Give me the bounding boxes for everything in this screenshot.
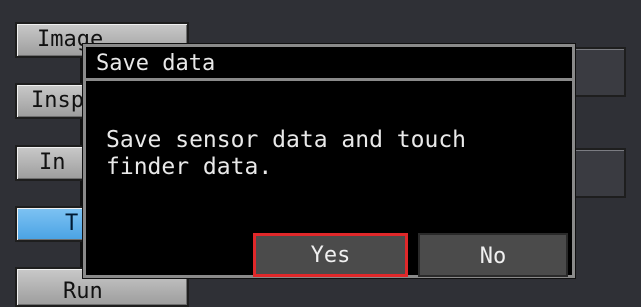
- save-data-dialog: Save data Save sensor data and touch fin…: [83, 44, 575, 278]
- menu-button-label: Insp: [31, 88, 84, 113]
- touch-finder-screen: Image Insp In T Run Save data Save senso…: [0, 0, 641, 307]
- dialog-message: Save sensor data and touch finder data.: [106, 127, 467, 180]
- menu-connector: [80, 242, 82, 267]
- no-button[interactable]: No: [418, 233, 568, 277]
- menu-connector: [80, 58, 82, 83]
- dialog-title: Save data: [86, 47, 572, 81]
- menu-connector: [80, 119, 82, 145]
- yes-button[interactable]: Yes: [253, 233, 408, 277]
- menu-button-label: Run: [63, 279, 103, 304]
- menu-connector: [80, 181, 82, 206]
- menu-button-label: T: [65, 211, 79, 236]
- menu-button-label: In: [39, 150, 66, 175]
